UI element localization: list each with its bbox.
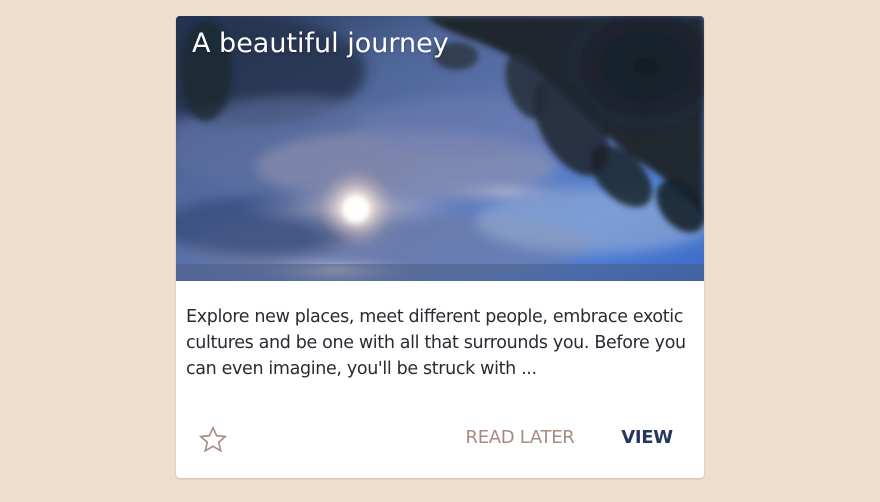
card-description: Explore new places, meet different peopl…: [186, 307, 686, 379]
star-outline-icon: [198, 425, 228, 453]
favorite-button[interactable]: [195, 422, 231, 458]
view-button[interactable]: VIEW: [619, 420, 675, 456]
read-later-button[interactable]: READ LATER: [460, 420, 580, 456]
journey-card: A beautiful journey Explore new places, …: [176, 16, 704, 478]
card-hero-image: A beautiful journey: [176, 16, 704, 281]
card-actions: READ LATER VIEW: [176, 414, 704, 464]
card-title: A beautiful journey: [192, 28, 449, 59]
